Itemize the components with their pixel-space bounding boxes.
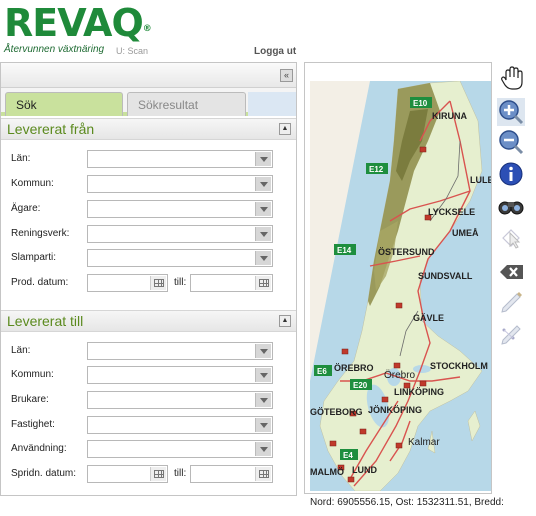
- chevron-down-icon: [255, 368, 271, 382]
- svg-text:KIRUNA: KIRUNA: [432, 111, 467, 121]
- svg-text:GÄVLE: GÄVLE: [413, 313, 444, 323]
- svg-text:ÖSTERSUND: ÖSTERSUND: [378, 247, 435, 257]
- to-anvandning-select[interactable]: [87, 440, 273, 458]
- map-toolbar: [495, 62, 527, 352]
- svg-text:E10: E10: [413, 99, 428, 108]
- chevron-down-icon: [255, 202, 271, 216]
- delete-icon[interactable]: [497, 258, 525, 286]
- chevron-down-icon: [255, 227, 271, 241]
- draw-icon[interactable]: [497, 286, 525, 314]
- map-canvas[interactable]: E10 E12 E14 E6 E20 E4 KIRUNA LUL LYCKSEL…: [310, 81, 492, 491]
- calendar-icon[interactable]: [150, 276, 166, 290]
- svg-text:LINKÖPING: LINKÖPING: [394, 387, 444, 397]
- info-icon[interactable]: [497, 160, 525, 188]
- label-brukare: Brukare:: [11, 394, 49, 405]
- section-levererat-till[interactable]: Levererat till ▲: [1, 310, 296, 332]
- to-spridn-date-start[interactable]: [87, 465, 168, 483]
- panel-header: «: [1, 63, 296, 88]
- label-till: till:: [174, 277, 187, 288]
- tab-bar: Sök Sökresultat: [1, 88, 296, 116]
- chevron-down-icon: [255, 344, 271, 358]
- svg-text:UMEÅ: UMEÅ: [452, 228, 479, 238]
- from-kommun-select[interactable]: [87, 175, 273, 193]
- measure-icon[interactable]: [497, 318, 525, 346]
- label-kommun: Kommun:: [11, 178, 54, 189]
- coordinate-readout: Nord: 6905556.15, Ost: 1532311.51, Bredd…: [310, 497, 504, 508]
- collapse-section-icon[interactable]: ▲: [279, 315, 291, 327]
- label-lan: Län:: [11, 345, 31, 356]
- chevron-down-icon: [255, 251, 271, 265]
- svg-text:LUND: LUND: [352, 465, 377, 475]
- collapse-panel-button[interactable]: «: [280, 69, 293, 82]
- svg-text:SUNDSVALL: SUNDSVALL: [418, 271, 473, 281]
- from-lan-select[interactable]: [87, 150, 273, 168]
- zoom-in-icon[interactable]: [497, 98, 525, 126]
- svg-text:Kalmar: Kalmar: [408, 437, 440, 448]
- map-viewport[interactable]: E10 E12 E14 E6 E20 E4 KIRUNA LUL LYCKSEL…: [304, 62, 492, 494]
- to-lan-select[interactable]: [87, 342, 273, 360]
- to-kommun-select[interactable]: [87, 366, 273, 384]
- chevron-down-icon: [255, 152, 271, 166]
- label-prod-datum: Prod. datum:: [11, 277, 69, 288]
- from-slamparti-select[interactable]: [87, 249, 273, 267]
- from-prod-date-start[interactable]: [87, 274, 168, 292]
- to-spridn-date-end[interactable]: [190, 465, 273, 483]
- tab-sokresultat[interactable]: Sökresultat: [127, 92, 246, 116]
- tagline: Återvunnen växtnäring: [4, 44, 105, 55]
- svg-text:E20: E20: [353, 381, 368, 390]
- svg-text:MALMÖ: MALMÖ: [310, 467, 344, 477]
- from-fields: Län: Kommun: Ägare: Reningsverk: Slampar…: [1, 140, 296, 308]
- from-prod-date-end[interactable]: [190, 274, 273, 292]
- calendar-icon[interactable]: [255, 276, 271, 290]
- from-agare-select[interactable]: [87, 200, 273, 218]
- chevron-down-icon: [255, 393, 271, 407]
- tab-sok[interactable]: Sök: [5, 92, 123, 116]
- label-till: till:: [174, 468, 187, 479]
- svg-text:E14: E14: [337, 246, 352, 255]
- calendar-icon[interactable]: [255, 467, 271, 481]
- revaq-logo: REVAQ®: [4, 1, 152, 45]
- from-reningsverk-select[interactable]: [87, 225, 273, 243]
- search-panel: « Sök Sökresultat Levererat från ▲ Län: …: [0, 62, 297, 496]
- section-title: Levererat till: [7, 313, 84, 329]
- select-icon[interactable]: [497, 224, 525, 252]
- to-brukare-select[interactable]: [87, 391, 273, 409]
- svg-text:ÖREBRO: ÖREBRO: [334, 363, 374, 373]
- binoculars-icon[interactable]: [497, 192, 525, 220]
- chevron-down-icon: [255, 442, 271, 456]
- svg-text:E4: E4: [343, 451, 353, 460]
- label-kommun: Kommun:: [11, 369, 54, 380]
- svg-text:Örebro: Örebro: [384, 369, 416, 381]
- svg-text:GÖTEBORG: GÖTEBORG: [310, 407, 363, 417]
- zoom-out-icon[interactable]: [497, 128, 525, 156]
- user-label: U: Scan: [116, 46, 149, 56]
- sweden-map[interactable]: E10 E12 E14 E6 E20 E4 KIRUNA LUL LYCKSEL…: [310, 81, 492, 491]
- label-agare: Ägare:: [11, 203, 41, 214]
- section-levererat-fran[interactable]: Levererat från ▲: [1, 118, 296, 140]
- logout-link[interactable]: Logga ut: [254, 46, 296, 57]
- label-anvandning: Användning:: [11, 443, 67, 454]
- svg-text:E12: E12: [369, 165, 384, 174]
- label-slamparti: Slamparti:: [11, 252, 57, 263]
- label-lan: Län:: [11, 153, 31, 164]
- revaq-app: REVAQ® Återvunnen växtnäring U: Scan Log…: [0, 0, 536, 516]
- calendar-icon[interactable]: [150, 467, 166, 481]
- label-spridn-datum: Spridn. datum:: [11, 468, 77, 479]
- chevron-down-icon: [255, 418, 271, 432]
- label-reningsverk: Reningsverk:: [11, 228, 70, 239]
- svg-text:LULEÅ: LULEÅ: [470, 175, 492, 185]
- label-fastighet: Fastighet:: [11, 419, 55, 430]
- chevron-down-icon: [255, 177, 271, 191]
- hand-icon[interactable]: [497, 64, 525, 92]
- svg-text:LYCKSELE: LYCKSELE: [428, 207, 475, 217]
- section-title: Levererat från: [7, 121, 95, 137]
- to-fields: Län: Kommun: Brukare: Fastighet: Användn…: [1, 332, 296, 492]
- tab-bar-filler: [248, 92, 296, 116]
- svg-text:E6: E6: [317, 367, 327, 376]
- svg-text:STOCKHOLM: STOCKHOLM: [430, 361, 488, 371]
- collapse-section-icon[interactable]: ▲: [279, 123, 291, 135]
- svg-text:JÖNKÖPING: JÖNKÖPING: [368, 405, 422, 415]
- to-fastighet-select[interactable]: [87, 416, 273, 434]
